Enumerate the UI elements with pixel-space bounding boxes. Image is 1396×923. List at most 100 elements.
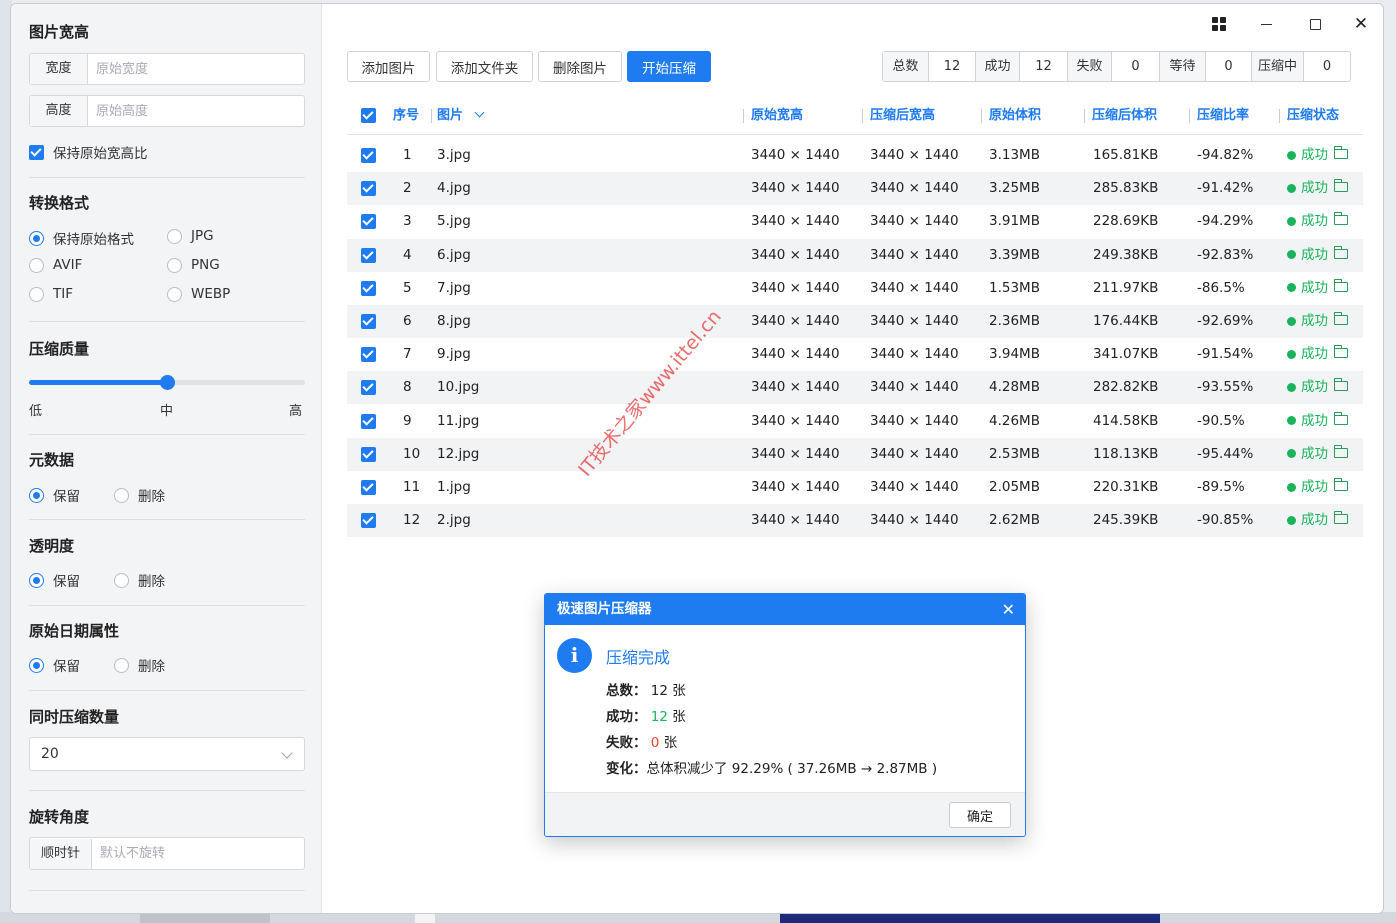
table-row[interactable]: 7 9.jpg 3440 × 1440 3440 × 1440 3.94MB 341.07…	[347, 338, 1363, 371]
concurrency-select[interactable]: 20	[29, 737, 305, 771]
cell-status: 成功	[1287, 504, 1348, 537]
col-header-new-size[interactable]: 压缩后体积	[1092, 97, 1157, 135]
table-row[interactable]: 1 3.jpg 3440 × 1440 3440 × 1440 3.13MB 165.81…	[347, 139, 1363, 172]
open-folder-icon[interactable]	[1334, 212, 1348, 226]
open-folder-icon[interactable]	[1334, 245, 1348, 259]
slider-track[interactable]	[29, 375, 305, 390]
close-button[interactable]: ✕	[1341, 10, 1381, 38]
success-dot-icon	[1287, 349, 1296, 359]
row-checkbox[interactable]	[361, 480, 376, 495]
open-folder-icon[interactable]	[1334, 312, 1348, 325]
col-header-status[interactable]: 压缩状态	[1287, 97, 1339, 135]
ok-button[interactable]: 确定	[949, 802, 1011, 828]
col-header-image[interactable]: 图片	[437, 97, 484, 135]
divider	[29, 690, 305, 691]
table-row[interactable]: 8 10.jpg 3440 × 1440 3440 × 1440 4.28MB 282.8…	[347, 371, 1363, 405]
keep-ratio-checkbox[interactable]: 保持原始宽高比	[29, 142, 148, 162]
cell-status: 成功	[1287, 272, 1348, 305]
minimize-button[interactable]	[1246, 10, 1286, 38]
col-header-orig-dim[interactable]: 原始宽高	[751, 97, 803, 135]
row-checkbox[interactable]	[361, 148, 376, 163]
table-row[interactable]: 11 1.jpg 3440 × 1440 3440 × 1440 2.05MB 220.3…	[347, 471, 1363, 504]
width-field[interactable]: 宽度	[29, 53, 305, 85]
format-radio-png[interactable]: PNG	[167, 257, 220, 273]
open-folder-icon[interactable]	[1334, 478, 1348, 491]
row-checkbox[interactable]	[361, 280, 376, 296]
table-row[interactable]: 4 6.jpg 3440 × 1440 3440 × 1440 3.39MB 249.38…	[347, 238, 1363, 272]
row-checkbox[interactable]	[361, 513, 376, 529]
open-folder-icon[interactable]	[1334, 378, 1348, 392]
select-all-checkbox[interactable]	[361, 108, 376, 123]
col-header-ratio[interactable]: 压缩比率	[1197, 97, 1249, 135]
col-header-orig-size[interactable]: 原始体积	[989, 97, 1041, 135]
row-checkbox[interactable]	[361, 214, 376, 230]
add-folder-button[interactable]: 添加文件夹	[436, 51, 533, 82]
height-input[interactable]	[88, 96, 304, 126]
rotation-field[interactable]: 顺时针	[29, 837, 305, 870]
cell-status: 成功	[1287, 172, 1348, 205]
metadata-keep-radio[interactable]: 保留	[29, 485, 80, 505]
width-input[interactable]	[88, 54, 304, 84]
divider	[29, 605, 305, 606]
cell-new-dim: 3440 × 1440	[870, 346, 959, 363]
metadata-delete-radio[interactable]: 删除	[114, 485, 165, 505]
status-text: 成功	[1301, 479, 1328, 495]
table-row[interactable]: 2 4.jpg 3440 × 1440 3440 × 1440 3.25MB 285.83…	[347, 172, 1363, 206]
row-checkbox[interactable]	[361, 247, 376, 263]
format-option-label: TIF	[53, 286, 73, 302]
format-radio-avif[interactable]: AVIF	[29, 257, 82, 273]
col-header-index[interactable]: 序号	[393, 97, 419, 135]
chevron-down-icon	[474, 107, 484, 118]
height-field[interactable]: 高度	[29, 95, 305, 127]
maximize-button[interactable]	[1295, 10, 1335, 38]
format-radio-original[interactable]: 保持原始格式	[29, 228, 134, 248]
stat-success-value: 12	[1020, 52, 1068, 81]
table-row[interactable]: 10 12.jpg 3440 × 1440 3440 × 1440 2.53MB 118.…	[347, 437, 1363, 471]
open-folder-icon[interactable]	[1334, 444, 1348, 458]
open-folder-icon[interactable]	[1334, 411, 1348, 425]
table-row[interactable]: 3 5.jpg 3440 × 1440 3440 × 1440 3.91MB 228.69…	[347, 205, 1363, 238]
rotation-input[interactable]	[92, 838, 304, 869]
add-image-button[interactable]: 添加图片	[347, 51, 430, 82]
width-label: 宽度	[30, 54, 88, 84]
cell-orig-size: 2.36MB	[989, 313, 1040, 329]
row-checkbox[interactable]	[361, 347, 376, 363]
col-header-new-dim[interactable]: 压缩后宽高	[870, 97, 935, 135]
date-delete-radio[interactable]: 删除	[114, 655, 165, 675]
row-checkbox[interactable]	[361, 413, 376, 429]
table-row[interactable]: 12 2.jpg 3440 × 1440 3440 × 1440 2.62MB 245.3…	[347, 504, 1363, 538]
slider-thumb[interactable]	[160, 375, 175, 390]
transparency-delete-radio[interactable]: 删除	[114, 570, 165, 590]
format-section-title: 转换格式	[29, 194, 90, 212]
transparency-keep-radio[interactable]: 保留	[29, 570, 80, 590]
stat-compressing-label: 压缩中	[1252, 52, 1304, 81]
row-checkbox[interactable]	[361, 314, 376, 329]
open-folder-icon[interactable]	[1334, 278, 1348, 292]
status-text: 成功	[1301, 346, 1328, 363]
success-dot-icon	[1287, 316, 1296, 326]
success-dot-icon	[1287, 482, 1296, 492]
cell-new-dim: 3440 × 1440	[870, 147, 959, 163]
cell-ratio: -94.82%	[1197, 147, 1254, 163]
table-row[interactable]: 5 7.jpg 3440 × 1440 3440 × 1440 1.53MB 211.97…	[347, 272, 1363, 305]
format-radio-webp[interactable]: WEBP	[167, 286, 230, 302]
row-checkbox[interactable]	[361, 380, 376, 396]
open-folder-icon[interactable]	[1334, 146, 1348, 159]
cell-status: 成功	[1287, 438, 1348, 471]
table-row[interactable]: 6 8.jpg 3440 × 1440 3440 × 1440 2.36MB 176.44…	[347, 305, 1363, 338]
start-compress-button[interactable]: 开始压缩	[627, 51, 711, 82]
stat-total-label: 总数	[883, 52, 929, 81]
table-row[interactable]: 9 11.jpg 3440 × 1440 3440 × 1440 4.26MB 414.5…	[347, 405, 1363, 438]
cell-new-size: 165.81KB	[1093, 147, 1159, 163]
format-radio-tif[interactable]: TIF	[29, 286, 73, 302]
date-keep-radio[interactable]: 保留	[29, 655, 80, 675]
open-folder-icon[interactable]	[1334, 179, 1348, 193]
row-checkbox[interactable]	[361, 181, 376, 197]
delete-image-button[interactable]: 删除图片	[538, 51, 622, 82]
open-folder-icon[interactable]	[1334, 345, 1348, 359]
open-folder-icon[interactable]	[1334, 511, 1348, 525]
format-radio-jpg[interactable]: JPG	[167, 228, 214, 244]
close-icon[interactable]: ✕	[1002, 594, 1015, 625]
row-checkbox[interactable]	[361, 446, 376, 462]
grid-menu-icon[interactable]	[1199, 10, 1239, 38]
